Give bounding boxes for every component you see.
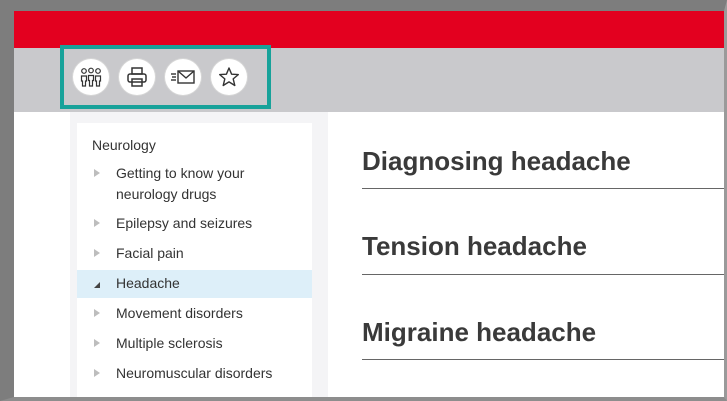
section-divider	[362, 273, 724, 275]
section-title-tension[interactable]: Tension headache	[362, 231, 587, 262]
app-window: Neurology Getting to know your neurology…	[0, 0, 727, 401]
section-title-diagnosing[interactable]: Diagnosing headache	[362, 146, 631, 177]
sidebar-item-label: Getting to know your neurology drugs	[116, 165, 245, 202]
sidebar-title: Neurology	[92, 137, 156, 153]
sidebar-item-label: Multiple sclerosis	[116, 335, 223, 351]
people-button[interactable]	[73, 59, 109, 95]
toolbar-highlight-box	[60, 45, 271, 109]
header-bar	[14, 11, 724, 48]
sidebar-item-label: Facial pain	[116, 245, 184, 261]
sidebar-item-movement-disorders[interactable]: Movement disorders	[77, 303, 312, 325]
star-icon	[219, 67, 239, 87]
sidebar-item-label: Neuromuscular disorders	[116, 365, 273, 381]
sidebar-item-facial-pain[interactable]: Facial pain	[77, 243, 312, 265]
email-button[interactable]	[165, 59, 201, 95]
sidebar-item-label: Epilepsy and seizures	[116, 215, 253, 231]
collapsed-arrow-icon	[94, 309, 100, 317]
sidebar-item-neuromuscular[interactable]: Neuromuscular disorders	[77, 363, 312, 385]
collapsed-arrow-icon	[94, 249, 100, 257]
sidebar-item-label: Headache	[116, 275, 180, 291]
section-divider	[362, 187, 724, 189]
collapsed-arrow-icon	[94, 169, 100, 177]
sidebar-item-label: Movement disorders	[116, 305, 243, 321]
sidebar-item-epilepsy[interactable]: Epilepsy and seizures	[77, 213, 312, 235]
print-button[interactable]	[119, 59, 155, 95]
print-icon	[127, 67, 147, 87]
email-icon	[171, 70, 195, 84]
section-divider	[362, 358, 724, 360]
favorite-button[interactable]	[211, 59, 247, 95]
collapsed-arrow-icon	[94, 339, 100, 347]
collapsed-arrow-icon	[94, 369, 100, 377]
collapsed-arrow-icon	[94, 219, 100, 227]
expanded-arrow-icon	[94, 282, 100, 288]
people-icon	[80, 67, 102, 87]
toolbar	[14, 45, 724, 112]
sidebar-item-multiple-sclerosis[interactable]: Multiple sclerosis	[77, 333, 312, 355]
sidebar-item-headache[interactable]: Headache	[77, 270, 312, 298]
sidebar: Neurology Getting to know your neurology…	[77, 123, 312, 397]
section-title-migraine[interactable]: Migraine headache	[362, 317, 596, 348]
sidebar-item-neurology-drugs[interactable]: Getting to know your neurology drugs	[77, 163, 312, 207]
main-content: Diagnosing headache Tension headache Mig…	[362, 112, 724, 397]
